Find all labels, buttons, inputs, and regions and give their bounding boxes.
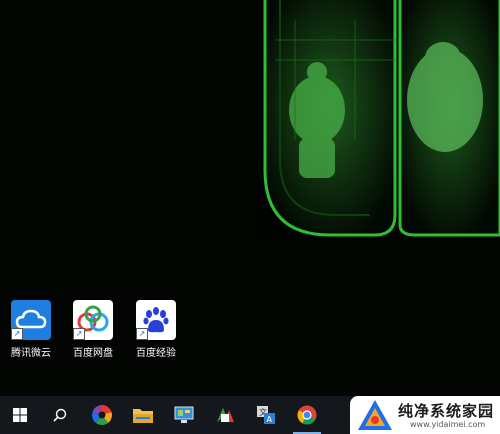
desktop-icon-label: 百度经验 xyxy=(136,348,176,359)
desktop-icon-weiyun[interactable]: ↗ 腾讯微云 xyxy=(3,300,59,359)
desktop: ↗ 腾讯微云 ↗ 百度网盘 ↗ 百度经验 xyxy=(0,0,500,396)
watermark-url: www.yidaimei.com xyxy=(410,420,486,429)
desktop-icon-baidu-jingyan[interactable]: ↗ 百度经验 xyxy=(128,300,184,359)
app-colorwheel-icon xyxy=(92,405,112,425)
chrome-icon xyxy=(297,405,317,425)
taskbar-control-panel[interactable] xyxy=(164,396,204,434)
wallpaper-image xyxy=(255,0,500,240)
taskbar-translate[interactable]: 文 A xyxy=(246,396,286,434)
watermark-title: 纯净系统家园 xyxy=(398,402,495,420)
desktop-icon-label: 腾讯微云 xyxy=(11,348,51,359)
taskbar-chrome[interactable] xyxy=(287,396,327,434)
shortcut-arrow-icon: ↗ xyxy=(11,328,23,340)
baidu-netdisk-icon: ↗ xyxy=(73,300,113,340)
search-icon xyxy=(53,408,67,422)
taskbar-app-colorwheel[interactable] xyxy=(82,396,122,434)
shortcut-arrow-icon: ↗ xyxy=(73,328,85,340)
baidu-paw-icon: ↗ xyxy=(136,300,176,340)
file-explorer-icon xyxy=(133,409,153,423)
translate-icon: 文 A xyxy=(257,406,275,424)
search-button[interactable] xyxy=(40,396,80,434)
weiyun-cloud-icon: ↗ xyxy=(11,300,51,340)
desktop-icon-label: 百度网盘 xyxy=(73,348,113,359)
control-panel-icon xyxy=(174,406,194,423)
watermark-logo-icon xyxy=(358,400,392,430)
start-button[interactable] xyxy=(0,396,40,434)
taskbar-file-explorer[interactable] xyxy=(123,396,163,434)
start-windows-icon xyxy=(13,408,27,422)
svg-text:A: A xyxy=(267,415,273,424)
desktop-icon-baidu-netdisk[interactable]: ↗ 百度网盘 xyxy=(65,300,121,359)
watermark: 纯净系统家园 www.yidaimei.com xyxy=(350,396,500,434)
shortcut-arrow-icon: ↗ xyxy=(136,328,148,340)
taskbar-media-app[interactable] xyxy=(205,396,245,434)
media-app-icon xyxy=(217,408,234,422)
